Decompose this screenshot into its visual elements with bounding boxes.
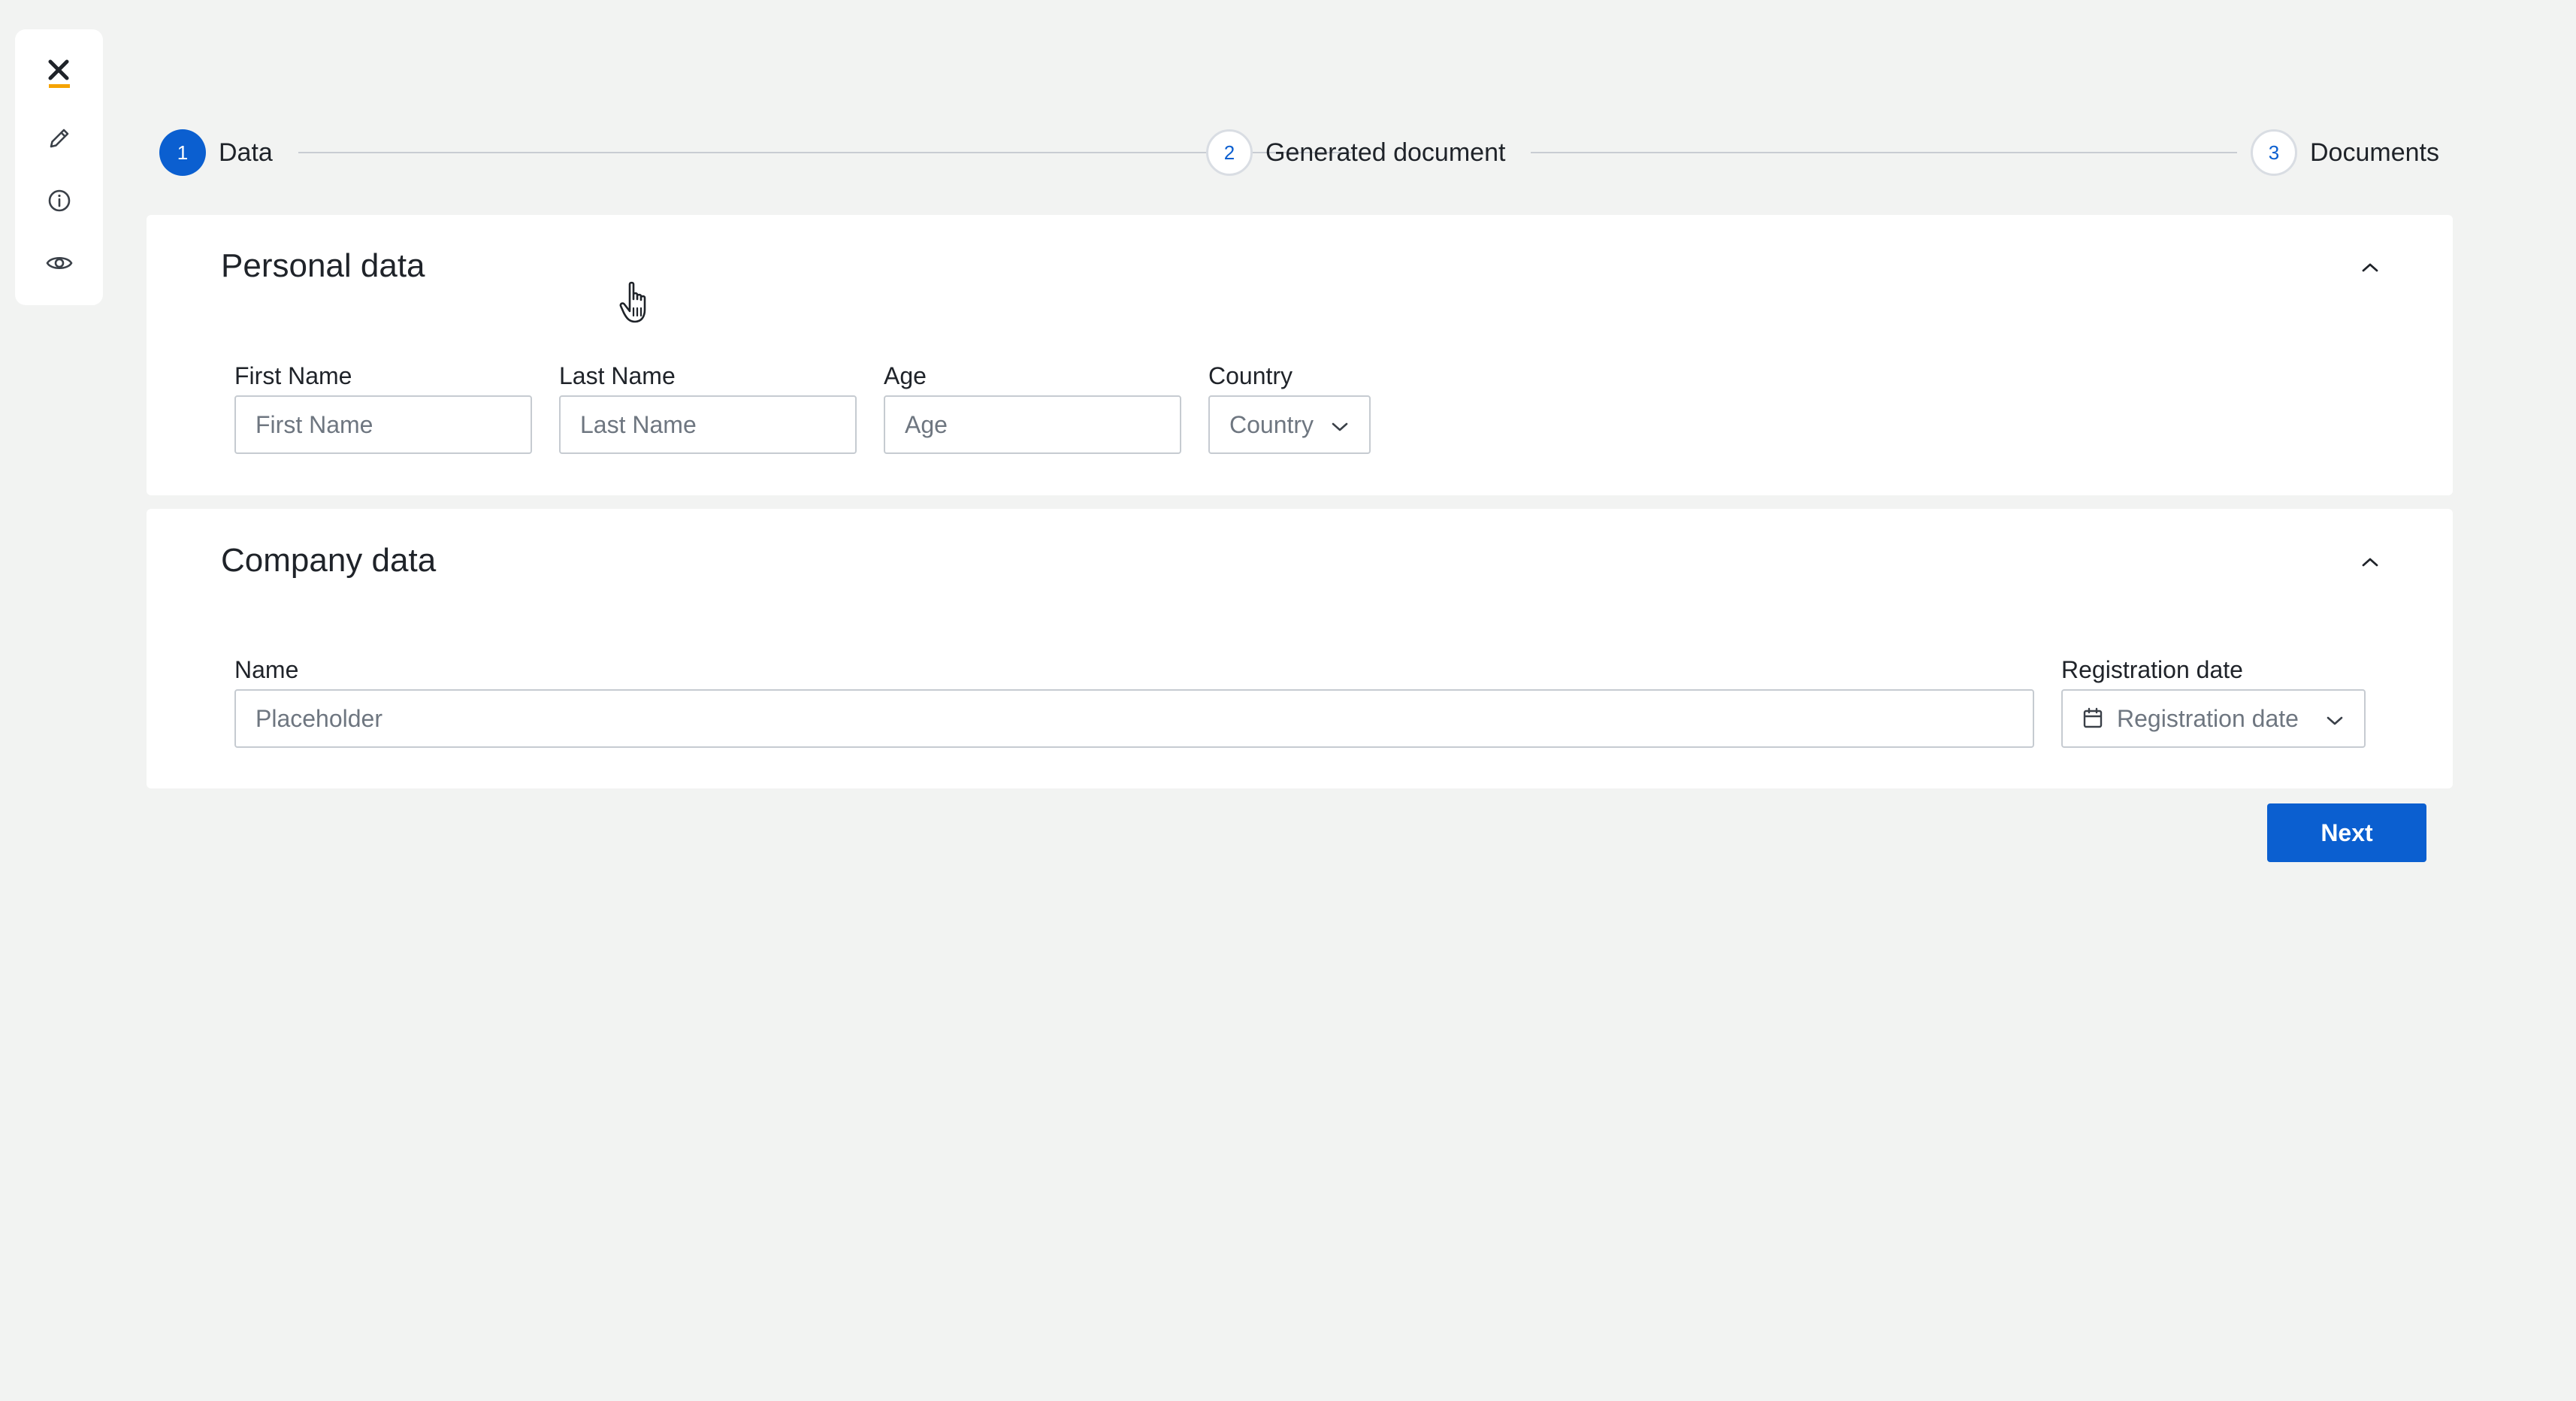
company-name-field: Name: [234, 655, 2034, 748]
stepper: 1 Data 2 Generated document 3 Documents: [159, 129, 2441, 176]
personal-data-title: Personal data: [221, 247, 425, 284]
chevron-down-icon: [2325, 705, 2345, 733]
registration-date-picker[interactable]: Registration date: [2061, 689, 2366, 748]
registration-date-label: Registration date: [2061, 656, 2243, 683]
pencil-icon[interactable]: [33, 112, 86, 165]
step-label: Generated document: [1265, 138, 1506, 167]
next-button[interactable]: Next: [2267, 803, 2426, 862]
country-label: Country: [1208, 362, 1293, 389]
side-toolbar: [15, 29, 103, 305]
company-data-card: Company data Name Registration date: [147, 509, 2453, 788]
first-name-label: First Name: [234, 362, 352, 389]
last-name-field: Last Name: [559, 361, 857, 454]
chevron-down-icon: [1330, 411, 1350, 439]
company-name-input[interactable]: [255, 704, 2013, 733]
info-icon[interactable]: [33, 174, 86, 227]
country-select-value: Country: [1229, 410, 1314, 438]
step-number: 3: [2251, 129, 2297, 176]
hand-cursor-icon: [619, 281, 655, 325]
registration-date-value: Registration date: [2117, 704, 2299, 732]
x-logo-icon[interactable]: [33, 48, 86, 101]
last-name-label: Last Name: [559, 362, 676, 389]
country-select[interactable]: Country: [1208, 395, 1371, 454]
step-number: 2: [1206, 129, 1253, 176]
registration-date-field: Registration date Registration date: [2061, 655, 2366, 748]
step-label: Data: [219, 138, 273, 167]
stepper-connector: [298, 152, 1352, 153]
company-name-label: Name: [234, 656, 299, 683]
step-number: 1: [159, 129, 206, 176]
personal-data-card: Personal data First Name Last Name Age C…: [147, 215, 2453, 495]
stepper-connector: [1531, 152, 2237, 153]
age-field: Age: [884, 361, 1181, 454]
step-data[interactable]: 1 Data: [159, 129, 273, 176]
step-generated-document[interactable]: 2 Generated document: [1206, 129, 1505, 176]
last-name-input[interactable]: [580, 410, 836, 439]
chevron-up-icon[interactable]: [2352, 250, 2388, 286]
country-field: Country Country: [1208, 361, 1371, 454]
eye-icon[interactable]: [33, 237, 86, 289]
step-documents[interactable]: 3 Documents: [2251, 129, 2439, 176]
first-name-field: First Name: [234, 361, 532, 454]
calendar-icon: [2082, 707, 2103, 730]
age-label: Age: [884, 362, 927, 389]
chevron-up-icon[interactable]: [2352, 544, 2388, 580]
first-name-input[interactable]: [255, 410, 511, 439]
step-label: Documents: [2310, 138, 2439, 167]
company-data-title: Company data: [221, 542, 437, 579]
age-input[interactable]: [905, 410, 1160, 439]
